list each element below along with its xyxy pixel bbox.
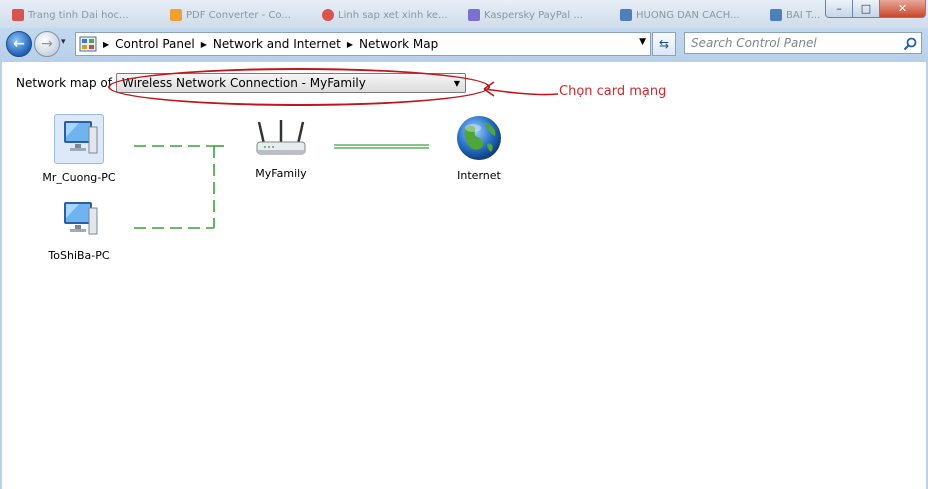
- navigation-bar: ← → ▾ ▶ Control Panel ▶ Network and Inte…: [0, 28, 928, 60]
- node-label: Mr_Cuong-PC: [42, 171, 116, 184]
- minimize-button[interactable]: –: [825, 0, 853, 18]
- taskbar-tab[interactable]: Kaspersky PayPal ...: [468, 6, 608, 24]
- forward-arrow-icon: →: [41, 36, 53, 52]
- recent-pages-dropdown[interactable]: ▾: [61, 37, 66, 47]
- refresh-button[interactable]: ⇆: [652, 32, 676, 56]
- network-node-myfamily-router[interactable]: MyFamily: [236, 118, 326, 180]
- taskbar-tab[interactable]: Trang tinh Dai hoc...: [12, 6, 157, 24]
- tab-label: BAI T...: [786, 9, 820, 21]
- maximize-button[interactable]: □: [852, 0, 880, 18]
- router-icon: [256, 120, 306, 155]
- address-dropdown-icon[interactable]: ▼: [639, 37, 646, 47]
- refresh-icon: ⇆: [658, 37, 670, 51]
- breadcrumb-separator-icon[interactable]: ▶: [201, 40, 207, 49]
- maximize-icon: □: [860, 2, 872, 15]
- globe-icon: [457, 116, 501, 160]
- taskbar-tab[interactable]: HUONG DAN CACH...: [620, 6, 760, 24]
- network-node-mr-cuong-pc[interactable]: Mr_Cuong-PC: [24, 114, 134, 184]
- breadcrumb-separator-icon[interactable]: ▶: [103, 40, 109, 49]
- tab-label: Linh sap xet xinh ke...: [338, 9, 448, 21]
- wireless-link: [134, 145, 224, 229]
- content-pane: Network map of Wireless Network Connecti…: [2, 62, 926, 489]
- breadcrumb-separator-icon[interactable]: ▶: [347, 40, 353, 49]
- tab-favicon-icon: [468, 9, 480, 21]
- breadcrumb-network-map[interactable]: Network Map: [359, 37, 438, 51]
- close-button[interactable]: ✕: [879, 0, 926, 18]
- taskbar-tab[interactable]: BAI T...: [770, 6, 820, 24]
- close-icon: ✕: [897, 2, 908, 15]
- breadcrumb: ▶ Control Panel ▶ Network and Internet ▶…: [97, 37, 438, 51]
- tab-label: Trang tinh Dai hoc...: [28, 9, 129, 21]
- search-input[interactable]: Search Control Panel: [684, 32, 922, 54]
- network-node-internet[interactable]: Internet: [434, 114, 524, 182]
- tab-label: PDF Converter - Co...: [186, 9, 291, 21]
- tab-favicon-icon: [620, 9, 632, 21]
- breadcrumb-network-and-internet[interactable]: Network and Internet: [213, 37, 341, 51]
- computer-icon: [64, 202, 98, 235]
- node-label: MyFamily: [255, 167, 307, 180]
- node-label: Internet: [457, 169, 501, 182]
- network-node-toshiba-pc[interactable]: ToShiBa-PC: [24, 198, 134, 262]
- network-map-window: Trang tinh Dai hoc... PDF Converter - Co…: [0, 0, 928, 489]
- computer-icon: [54, 114, 104, 164]
- back-button[interactable]: ←: [6, 31, 32, 57]
- search-placeholder: Search Control Panel: [691, 36, 817, 50]
- tab-label: HUONG DAN CACH...: [636, 9, 740, 21]
- breadcrumb-control-panel[interactable]: Control Panel: [115, 37, 195, 51]
- node-label: ToShiBa-PC: [48, 249, 110, 262]
- chevron-down-icon: ▾: [61, 37, 66, 47]
- tab-favicon-icon: [770, 9, 782, 21]
- taskbar-tab[interactable]: PDF Converter - Co...: [170, 6, 310, 24]
- minimize-icon: –: [836, 2, 842, 15]
- forward-button[interactable]: →: [34, 31, 60, 57]
- control-panel-icon: [79, 36, 97, 52]
- taskbar-strip: Trang tinh Dai hoc... PDF Converter - Co…: [0, 0, 928, 28]
- tab-favicon-icon: [12, 9, 24, 21]
- back-arrow-icon: ←: [13, 36, 25, 52]
- search-icon[interactable]: [903, 37, 917, 51]
- tab-favicon-icon: [170, 9, 182, 21]
- tab-favicon-icon: [322, 9, 334, 21]
- address-bar[interactable]: ▶ Control Panel ▶ Network and Internet ▶…: [75, 32, 651, 56]
- tab-label: Kaspersky PayPal ...: [484, 9, 583, 21]
- taskbar-tab[interactable]: Linh sap xet xinh ke...: [322, 6, 457, 24]
- wired-link: [334, 144, 429, 149]
